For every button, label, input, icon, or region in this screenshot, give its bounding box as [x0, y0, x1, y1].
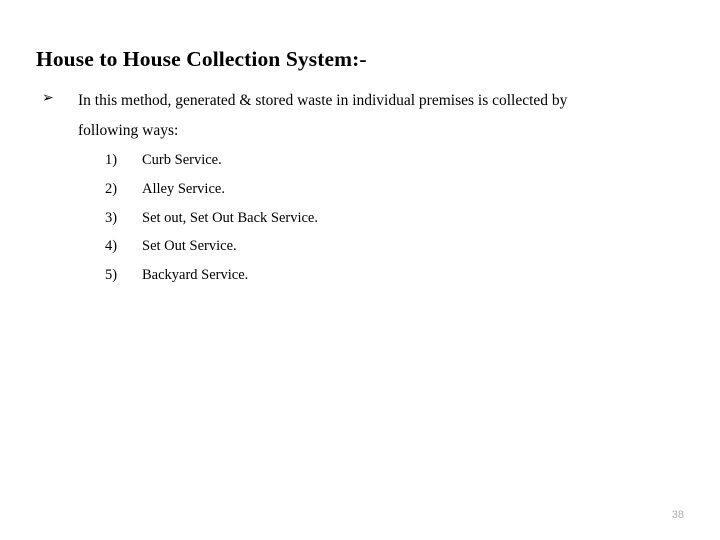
list-item-label: Backyard Service.	[142, 267, 249, 284]
list-item-label: Set out, Set Out Back Service.	[142, 209, 318, 226]
bullet-row: ➢ In this method, generated & stored was…	[36, 86, 676, 116]
numbered-list: 1) Curb Service. 2) Alley Service. 3) Se…	[105, 150, 625, 294]
list-item: 3) Set out, Set Out Back Service.	[105, 208, 625, 237]
list-item-label: Set Out Service.	[142, 238, 237, 255]
bullet-text-line-1: In this method, generated & stored waste…	[78, 92, 568, 109]
list-item: 4) Set Out Service.	[105, 236, 625, 265]
list-item-number: 4)	[105, 238, 118, 255]
list-item: 1) Curb Service.	[105, 150, 625, 179]
page-title: House to House Collection System:-	[36, 47, 367, 71]
bullet-text-line-2: following ways:	[78, 122, 179, 139]
list-item-label: Curb Service.	[142, 152, 222, 168]
list-item-label: Alley Service.	[142, 180, 225, 197]
page-number: 38	[671, 509, 684, 521]
bullet-paragraph: ➢ In this method, generated & stored was…	[36, 86, 676, 146]
list-item-number: 3)	[105, 209, 118, 226]
list-item-number: 1)	[105, 152, 118, 168]
list-item: 2) Alley Service.	[105, 179, 625, 208]
arrowhead-bullet-icon: ➢	[42, 90, 54, 106]
slide-canvas: House to House Collection System:- ➢ In …	[0, 0, 720, 540]
list-item: 5) Backyard Service.	[105, 265, 625, 294]
list-item-number: 2)	[105, 180, 118, 197]
list-item-number: 5)	[105, 267, 118, 284]
